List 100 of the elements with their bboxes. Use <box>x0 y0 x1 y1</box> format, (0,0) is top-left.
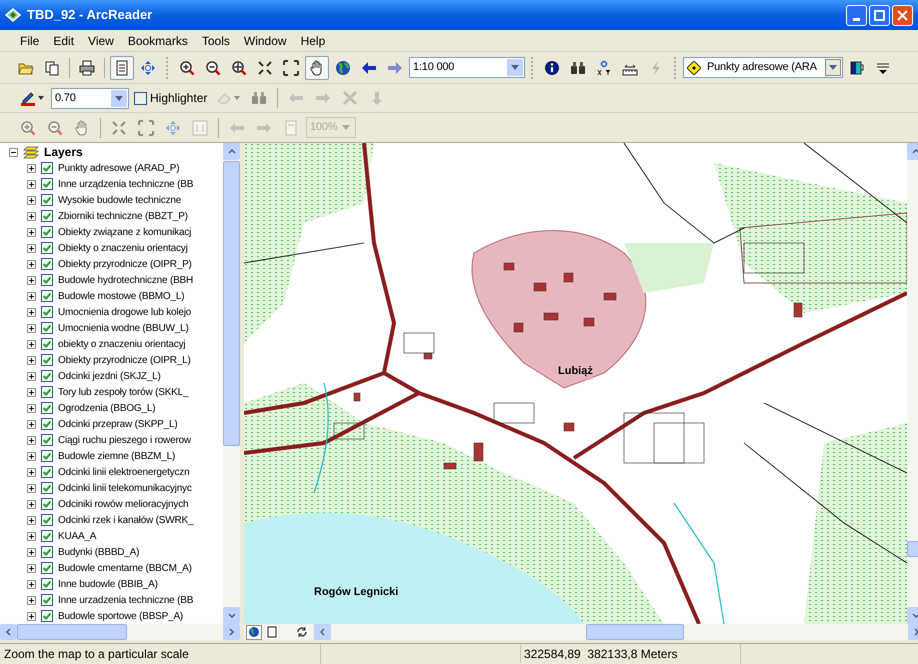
expand-icon[interactable] <box>27 388 36 396</box>
expand-icon[interactable] <box>27 436 36 444</box>
scroll-thumb[interactable] <box>223 161 240 446</box>
layer-name[interactable]: Umocnienia wodne (BBUW_L) <box>58 320 189 336</box>
layer-name[interactable]: Obiekty o znaczeniu orientacyj <box>58 240 188 256</box>
layer-name[interactable]: Budowle cmentarne (BBCM_A) <box>58 560 192 576</box>
layer-checkbox[interactable] <box>41 594 53 606</box>
layer-name[interactable]: Zbiorniki techniczne (BBZT_P) <box>58 208 188 224</box>
toolbar-button[interactable] <box>110 56 134 80</box>
layer-checkbox[interactable] <box>41 562 53 574</box>
layer-name[interactable]: Inne budowle (BBIB_A) <box>58 576 158 592</box>
expand-icon[interactable] <box>27 484 36 492</box>
layer-checkbox[interactable] <box>41 402 53 414</box>
layer-checkbox[interactable] <box>41 386 53 398</box>
menu-item[interactable]: Help <box>294 30 332 50</box>
expand-icon[interactable] <box>27 516 36 524</box>
scroll-down-button[interactable] <box>223 607 240 624</box>
expand-icon[interactable] <box>27 180 36 188</box>
layer-name[interactable]: Ciągi ruchu pieszego i rowerow <box>58 432 191 448</box>
expand-icon[interactable] <box>27 452 36 460</box>
map-drawing[interactable] <box>244 143 907 624</box>
layer-name[interactable]: Budowle sportowe (BBSP_A) <box>58 608 184 624</box>
layer-checkbox[interactable] <box>41 258 53 270</box>
expand-icon[interactable] <box>27 212 36 220</box>
layer-name[interactable]: Odcinki rzek i kanałów (SWRK_ <box>58 512 194 528</box>
layer-checkbox[interactable] <box>41 498 53 510</box>
layer-name[interactable]: Odcinki linii telekomunikacyjnyc <box>58 480 192 496</box>
expand-icon[interactable] <box>27 340 36 348</box>
expand-icon[interactable] <box>27 260 36 268</box>
expand-icon[interactable] <box>27 596 36 604</box>
layer-checkbox[interactable] <box>41 226 53 238</box>
expand-icon[interactable] <box>27 468 36 476</box>
expand-icon[interactable] <box>27 532 36 540</box>
scroll-right-button[interactable] <box>223 624 240 640</box>
layer-checkbox[interactable] <box>41 354 53 366</box>
expand-icon[interactable] <box>27 420 36 428</box>
layer-checkbox[interactable] <box>41 210 53 222</box>
layer-checkbox[interactable] <box>41 242 53 254</box>
scroll-left-button[interactable] <box>0 624 17 640</box>
layer-name[interactable]: Odcinki jezdni (SKJZ_L) <box>58 368 161 384</box>
layer-checkbox[interactable] <box>41 546 53 558</box>
layer-name[interactable]: Obiekty przyrodnicze (OIPR_L) <box>58 352 191 368</box>
layer-checkbox[interactable] <box>41 466 53 478</box>
layer-name[interactable]: Obiekty związane z komunikacj <box>58 224 192 240</box>
layer-checkbox[interactable] <box>41 338 53 350</box>
collapse-icon[interactable] <box>9 148 18 156</box>
layer-checkbox[interactable] <box>41 530 53 542</box>
menu-item[interactable]: Bookmarks <box>122 30 194 50</box>
close-button[interactable] <box>892 4 913 26</box>
expand-icon[interactable] <box>27 404 36 412</box>
highlighter-checkbox[interactable]: Highlighter <box>132 89 210 107</box>
scroll-thumb[interactable] <box>586 624 684 640</box>
minimize-button[interactable] <box>846 4 867 26</box>
expand-icon[interactable] <box>27 548 36 556</box>
layer-name[interactable]: KUAA_A <box>58 528 96 544</box>
menu-item[interactable]: Window <box>238 30 293 50</box>
vertical-scrollbar[interactable] <box>223 143 240 624</box>
expand-icon[interactable] <box>27 372 36 380</box>
layer-name[interactable]: Budynki (BBBD_A) <box>58 544 140 560</box>
layer-name[interactable]: Budowle mostowe (BBMO_L) <box>58 288 184 304</box>
layer-name[interactable]: Punkty adresowe (ARAD_P) <box>58 160 180 176</box>
layer-name[interactable]: Odcinki przepraw (SKPP_L) <box>58 416 178 432</box>
expand-icon[interactable] <box>27 356 36 364</box>
expand-icon[interactable] <box>27 500 36 508</box>
layer-checkbox[interactable] <box>41 450 53 462</box>
horizontal-scrollbar[interactable] <box>314 624 918 640</box>
maximize-button[interactable] <box>869 4 890 26</box>
expand-icon[interactable] <box>27 324 36 332</box>
scroll-left-button[interactable] <box>314 624 331 640</box>
layer-name[interactable]: Inne urządzenia techniczne (BB <box>58 176 194 192</box>
layer-name[interactable]: obiekty o znaczeniu orientacyj <box>58 336 186 352</box>
toolbar-button[interactable] <box>305 56 329 80</box>
layer-name[interactable]: Wysokie budowle techniczne <box>58 192 182 208</box>
horizontal-scrollbar[interactable] <box>0 624 240 640</box>
expand-icon[interactable] <box>27 612 36 620</box>
menu-item[interactable]: File <box>14 30 46 50</box>
layer-checkbox[interactable] <box>41 274 53 286</box>
layer-name[interactable]: Odciniki rowów melioracyjnych <box>58 496 188 512</box>
expand-icon[interactable] <box>27 164 36 172</box>
layer-checkbox[interactable] <box>41 178 53 190</box>
layer-checkbox[interactable] <box>41 162 53 174</box>
layer-checkbox[interactable] <box>41 322 53 334</box>
expand-icon[interactable] <box>27 292 36 300</box>
layer-name[interactable]: Odcinki linii elektroenergetyczn <box>58 464 190 480</box>
menu-item[interactable]: View <box>82 30 120 50</box>
layer-name[interactable]: Ogrodzenia (BBOG_L) <box>58 400 156 416</box>
data-view-tab[interactable] <box>246 624 262 640</box>
scroll-up-button[interactable] <box>223 143 240 160</box>
layer-checkbox[interactable] <box>41 578 53 590</box>
layer-name[interactable]: Budowle ziemne (BBZM_L) <box>58 448 176 464</box>
layer-checkbox[interactable] <box>41 306 53 318</box>
layer-checkbox[interactable] <box>41 514 53 526</box>
expand-icon[interactable] <box>27 196 36 204</box>
layer-name[interactable]: Inne urzadzenia techniczne (BB <box>58 592 194 608</box>
layer-checkbox[interactable] <box>41 194 53 206</box>
layer-checkbox[interactable] <box>41 418 53 430</box>
dropdown[interactable]: Punkty adresowe (ARA <box>683 57 843 78</box>
expand-icon[interactable] <box>27 564 36 572</box>
expand-icon[interactable] <box>27 308 36 316</box>
expand-icon[interactable] <box>27 228 36 236</box>
